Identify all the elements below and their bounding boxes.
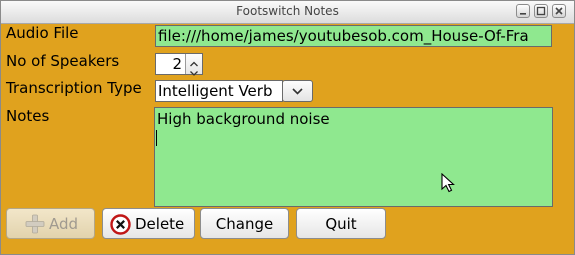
plus-icon xyxy=(25,214,45,238)
delete-button-label: Delete xyxy=(135,215,185,233)
maximize-button[interactable] xyxy=(534,4,548,18)
spin-down-arrow-icon xyxy=(190,71,198,76)
spin-down-button[interactable] xyxy=(186,64,202,76)
close-icon xyxy=(555,7,563,15)
chevron-down-icon xyxy=(292,88,303,95)
close-window-button[interactable] xyxy=(552,4,566,18)
delete-circle-x-icon xyxy=(110,214,131,239)
quit-button[interactable]: Quit xyxy=(296,208,386,239)
transcription-type-value[interactable]: Intelligent Verb xyxy=(155,80,283,102)
text-caret xyxy=(156,130,157,146)
speakers-label: No of Speakers xyxy=(6,52,120,70)
mouse-pointer-icon xyxy=(441,172,455,197)
notes-label: Notes xyxy=(6,107,50,125)
title-bar[interactable]: Footswitch Notes xyxy=(1,1,574,24)
change-button[interactable]: Change xyxy=(200,208,289,239)
combo-dropdown-button[interactable] xyxy=(282,80,313,102)
transcription-type-combo[interactable]: Intelligent Verb xyxy=(155,80,313,102)
transcription-type-label: Transcription Type xyxy=(6,79,142,97)
minimize-icon xyxy=(520,13,526,15)
window-title: Footswitch Notes xyxy=(236,4,339,18)
spin-buttons xyxy=(185,54,202,76)
notes-text: High background noise xyxy=(157,110,330,128)
speakers-spinbox[interactable]: 2 xyxy=(155,53,203,76)
maximize-icon xyxy=(536,6,546,16)
audio-file-field[interactable]: file:///home/james/youtubesob.com_House-… xyxy=(155,25,552,47)
spin-up-button[interactable] xyxy=(186,54,202,67)
app-window: Footswitch Notes Audio File file:///home… xyxy=(0,0,575,255)
delete-button[interactable]: Delete xyxy=(102,208,195,239)
change-button-label: Change xyxy=(215,215,274,233)
add-button[interactable]: Add xyxy=(6,208,95,239)
add-button-label: Add xyxy=(49,215,79,233)
quit-button-label: Quit xyxy=(325,215,357,233)
notes-textarea[interactable]: High background noise xyxy=(154,107,553,207)
speakers-value[interactable]: 2 xyxy=(172,54,182,74)
minimize-button[interactable] xyxy=(516,4,530,18)
audio-file-label: Audio File xyxy=(6,24,79,42)
